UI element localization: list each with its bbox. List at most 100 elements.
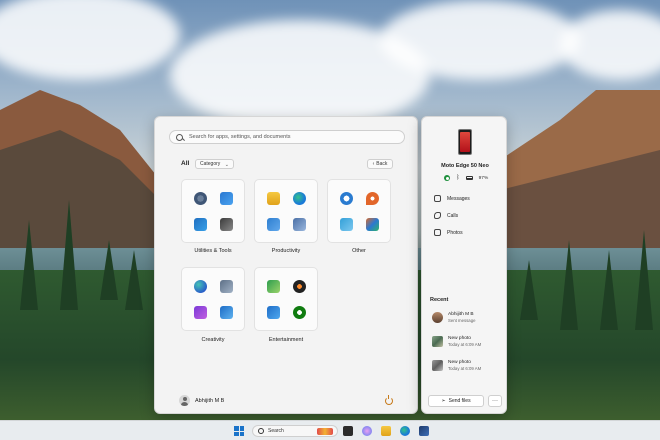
user-avatar-icon	[179, 395, 190, 406]
clipchamp-icon	[194, 306, 207, 319]
recent-item-subtitle: Today at 6:09 AM	[448, 366, 482, 371]
taskbar: Search	[0, 420, 660, 440]
taskbar-search-label: Search	[268, 428, 284, 434]
notepad-icon	[267, 218, 280, 231]
tree	[20, 220, 38, 310]
file-explorer-icon[interactable]	[381, 426, 391, 436]
search-icon	[176, 133, 183, 141]
recent-heading: Recent	[430, 297, 449, 303]
task-view-icon[interactable]	[343, 426, 353, 436]
location-icon	[340, 192, 353, 205]
more-options-button[interactable]: ···	[488, 395, 502, 407]
calls-label: Calls	[447, 212, 459, 219]
tree	[635, 230, 653, 330]
store-icon[interactable]	[419, 426, 429, 436]
tree	[600, 250, 618, 330]
battery-level: 97%	[478, 175, 489, 181]
category-dropdown[interactable]: Category ⌄	[195, 159, 234, 169]
tree	[560, 240, 578, 330]
movies-tv-icon	[267, 306, 280, 319]
folder-label-other: Other	[352, 248, 366, 254]
folder-productivity[interactable]	[254, 179, 318, 243]
xbox-icon	[293, 306, 306, 319]
photos-icon	[434, 229, 441, 236]
category-label: Category	[200, 161, 221, 167]
bluetooth-icon: ᛒ	[456, 175, 460, 181]
messages-label: Messages	[447, 195, 470, 202]
search-input[interactable]: Search for apps, settings, and documents	[169, 130, 405, 144]
media-icon	[340, 218, 353, 231]
photos-link[interactable]: Photos	[434, 229, 463, 236]
tree	[520, 260, 538, 320]
recent-item-subtitle: Sent message	[448, 318, 476, 323]
edge-icon	[293, 192, 306, 205]
control-panel-icon	[220, 218, 233, 231]
tree	[60, 200, 78, 310]
cloud	[0, 0, 180, 80]
cloud	[560, 10, 660, 80]
edge-icon[interactable]	[400, 426, 410, 436]
chevron-left-icon: ‹	[372, 161, 375, 167]
file-explorer-icon	[267, 192, 280, 205]
search-icon	[258, 428, 264, 434]
contact-avatar	[432, 312, 443, 323]
chevron-down-icon: ⌄	[224, 162, 229, 168]
camera-icon	[220, 280, 233, 293]
all-apps-label[interactable]: All	[181, 160, 189, 167]
cloud	[380, 0, 580, 80]
folder-entertainment[interactable]	[254, 267, 318, 331]
back-button[interactable]: ‹ Back	[367, 159, 393, 169]
recent-item[interactable]: New photo Today at 6:09 AM	[432, 360, 481, 371]
phone-link-panel: Moto Edge 50 Neo ᛒ 97% Messages Calls Ph…	[421, 116, 507, 414]
folder-label-productivity: Productivity	[271, 248, 301, 254]
folder-label-utilities: Utilities & Tools	[194, 248, 232, 254]
calls-link[interactable]: Calls	[434, 212, 458, 219]
phone-device-image	[458, 129, 472, 155]
folder-label-creativity: Creativity	[201, 337, 225, 343]
taskbar-search[interactable]: Search	[252, 425, 338, 437]
search-highlight-icon	[317, 428, 333, 435]
copilot-icon[interactable]	[362, 426, 372, 436]
send-files-button[interactable]: ➢ Send files	[428, 395, 484, 407]
more-icon: ···	[492, 398, 498, 404]
solitaire-icon	[267, 280, 280, 293]
snipping-tool-icon	[220, 306, 233, 319]
folder-creativity[interactable]	[181, 267, 245, 331]
device-name: Moto Edge 50 Neo	[441, 163, 489, 169]
messages-link[interactable]: Messages	[434, 195, 470, 202]
search-placeholder: Search for apps, settings, and documents	[189, 134, 291, 140]
battery-icon	[465, 176, 473, 180]
user-account-button[interactable]: Abhijith M B	[179, 395, 224, 406]
photos-label: Photos	[447, 229, 463, 236]
windows-start-icon[interactable]	[234, 426, 244, 436]
recent-item-title: Abhijith M B	[448, 312, 474, 317]
recent-item-subtitle: Today at 6:09 AM	[448, 342, 482, 347]
people-icon	[220, 192, 233, 205]
tree	[125, 250, 143, 310]
office-apps-icon	[293, 218, 306, 231]
recent-item[interactable]: Abhijith M B Sent message	[432, 312, 475, 323]
tree	[100, 240, 118, 300]
settings-icon	[194, 192, 207, 205]
phone-call-icon	[434, 212, 441, 219]
recent-item-title: New photo	[448, 336, 471, 341]
media-player-icon	[293, 280, 306, 293]
connected-icon	[444, 175, 450, 181]
folder-label-entertainment: Entertainment	[268, 337, 304, 343]
message-icon	[434, 195, 441, 202]
folder-utilities-tools[interactable]	[181, 179, 245, 243]
recent-item[interactable]: New photo Today at 6:09 AM	[432, 336, 481, 347]
send-files-label: Send files	[448, 398, 471, 404]
paint-icon	[194, 280, 207, 293]
power-icon[interactable]	[385, 395, 393, 405]
start-menu: Search for apps, settings, and documents…	[154, 116, 418, 414]
remote-desktop-icon	[194, 218, 207, 231]
photo-thumbnail	[432, 360, 443, 371]
recent-item-title: New photo	[448, 360, 471, 365]
back-label: Back	[376, 161, 388, 167]
device-status: ᛒ 97%	[444, 175, 488, 181]
folder-other[interactable]	[327, 179, 391, 243]
maps-pin-icon	[366, 192, 379, 205]
user-name: Abhijith M B	[195, 397, 225, 404]
photo-thumbnail	[432, 336, 443, 347]
